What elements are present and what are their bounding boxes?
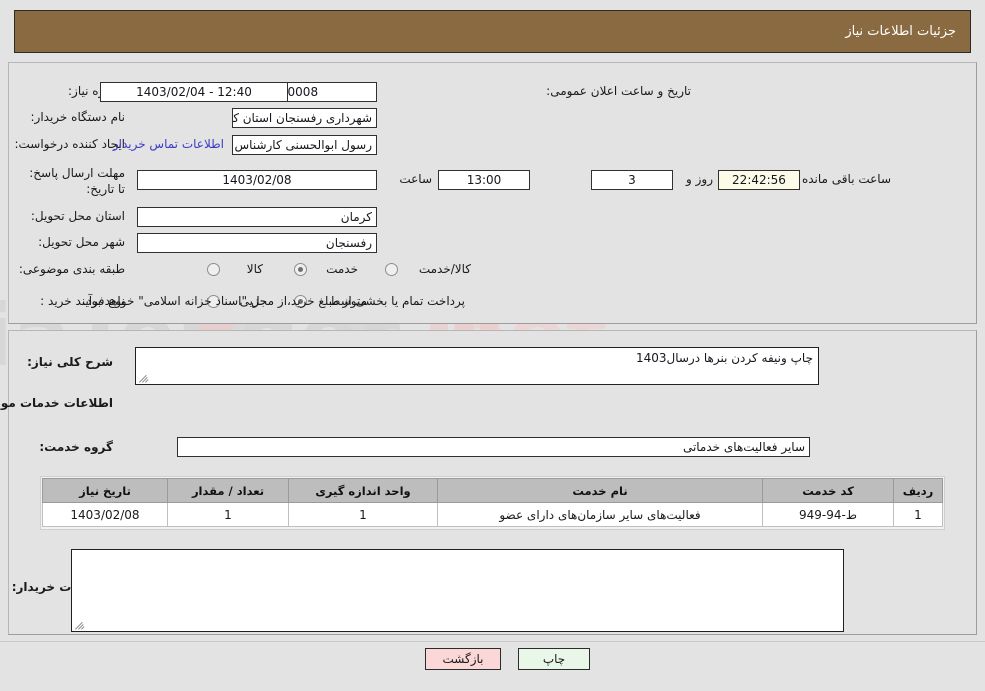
days-label: روز و [686, 172, 713, 186]
cell-unit: 1 [288, 502, 438, 527]
col-service-code: کد خدمت [762, 478, 894, 503]
buyer-org-value: شهرداری رفسنجان استان کرمان [232, 108, 377, 128]
countdown-value: 22:42:56 [718, 170, 800, 190]
province-label: استان محل تحویل: [30, 209, 125, 223]
service-group-value: سایر فعالیت‌های خدماتی [177, 437, 810, 457]
col-quantity: تعداد / مقدار [167, 478, 289, 503]
col-unit: واحد اندازه گیری [288, 478, 438, 503]
deadline-time-label: ساعت [399, 172, 432, 186]
back-button[interactable]: بازگشت [425, 648, 501, 670]
city-label: شهر محل تحویل: [38, 235, 125, 249]
col-row-no: ردیف [893, 478, 943, 503]
deadline-label: مهلت ارسال پاسخ: تا تاریخ: [29, 166, 125, 196]
page-header-bar: جزئیات اطلاعات نیاز [14, 10, 971, 53]
public-announce-value: 12:40 - 1403/02/04 [100, 82, 288, 102]
cell-quantity: 1 [167, 502, 289, 527]
general-need-textarea[interactable]: چاپ ونیفه کردن بنرها درسال1403 [135, 347, 819, 385]
creator-label: ایجاد کننده درخواست: [14, 137, 125, 151]
buyer-contact-link[interactable]: اطلاعات تماس خریدار [113, 137, 224, 151]
radio-category-goods[interactable] [207, 263, 220, 276]
footer-divider [0, 641, 985, 642]
cell-row-no: 1 [893, 502, 943, 527]
general-need-value: چاپ ونیفه کردن بنرها درسال1403 [635, 351, 813, 365]
buyer-org-label: نام دستگاه خریدار: [30, 110, 126, 124]
city-value: رفسنجان [137, 233, 377, 253]
remaining-days-value: 3 [591, 170, 673, 190]
category-label: طبقه بندی موضوعی: [18, 262, 125, 276]
cell-service-name: فعالیت‌های سایر سازمان‌های دارای عضو [437, 502, 763, 527]
deadline-time-value: 13:00 [438, 170, 530, 190]
radio-category-service[interactable] [294, 263, 307, 276]
category-option-2-label: کالا/خدمت [418, 262, 471, 276]
buyer-notes-textarea[interactable] [71, 549, 844, 632]
deadline-date-value: 1403/02/08 [137, 170, 377, 190]
col-service-name: نام خدمت [437, 478, 763, 503]
print-button[interactable]: چاپ [518, 648, 590, 670]
province-value: کرمان [137, 207, 377, 227]
resize-grip-icon[interactable] [74, 618, 86, 630]
category-option-0-label: کالا [246, 262, 263, 276]
cell-service-code: ط-94-949 [762, 502, 894, 527]
category-option-1-label: خدمت [326, 262, 358, 276]
public-announce-label: تاریخ و ساعت اعلان عمومی: [546, 84, 691, 98]
table-row: 1 ط-94-949 فعالیت‌های سایر سازمان‌های دا… [42, 502, 943, 527]
general-need-label: شرح کلی نیاز: [27, 355, 113, 369]
cell-need-date: 1403/02/08 [42, 502, 168, 527]
col-need-date: تاریخ نیاز [42, 478, 168, 503]
radio-category-goods-service[interactable] [385, 263, 398, 276]
process-note: پرداخت تمام یا بخشی از مبلغ خرید،از محل … [82, 294, 465, 308]
services-table: ردیف کد خدمت نام خدمت واحد اندازه گیری ت… [42, 478, 943, 527]
services-info-heading: اطلاعات خدمات مورد نیاز [0, 396, 113, 410]
remaining-hours-label: ساعت باقی مانده [801, 172, 891, 186]
page-title: جزئیات اطلاعات نیاز [845, 24, 956, 39]
service-group-label: گروه خدمت: [39, 440, 113, 454]
creator-value: رسول ابوالحسنی کارشناس منابع انسانی شهرد… [232, 135, 377, 155]
table-header-row: ردیف کد خدمت نام خدمت واحد اندازه گیری ت… [42, 478, 943, 503]
resize-grip-icon[interactable] [138, 371, 150, 383]
